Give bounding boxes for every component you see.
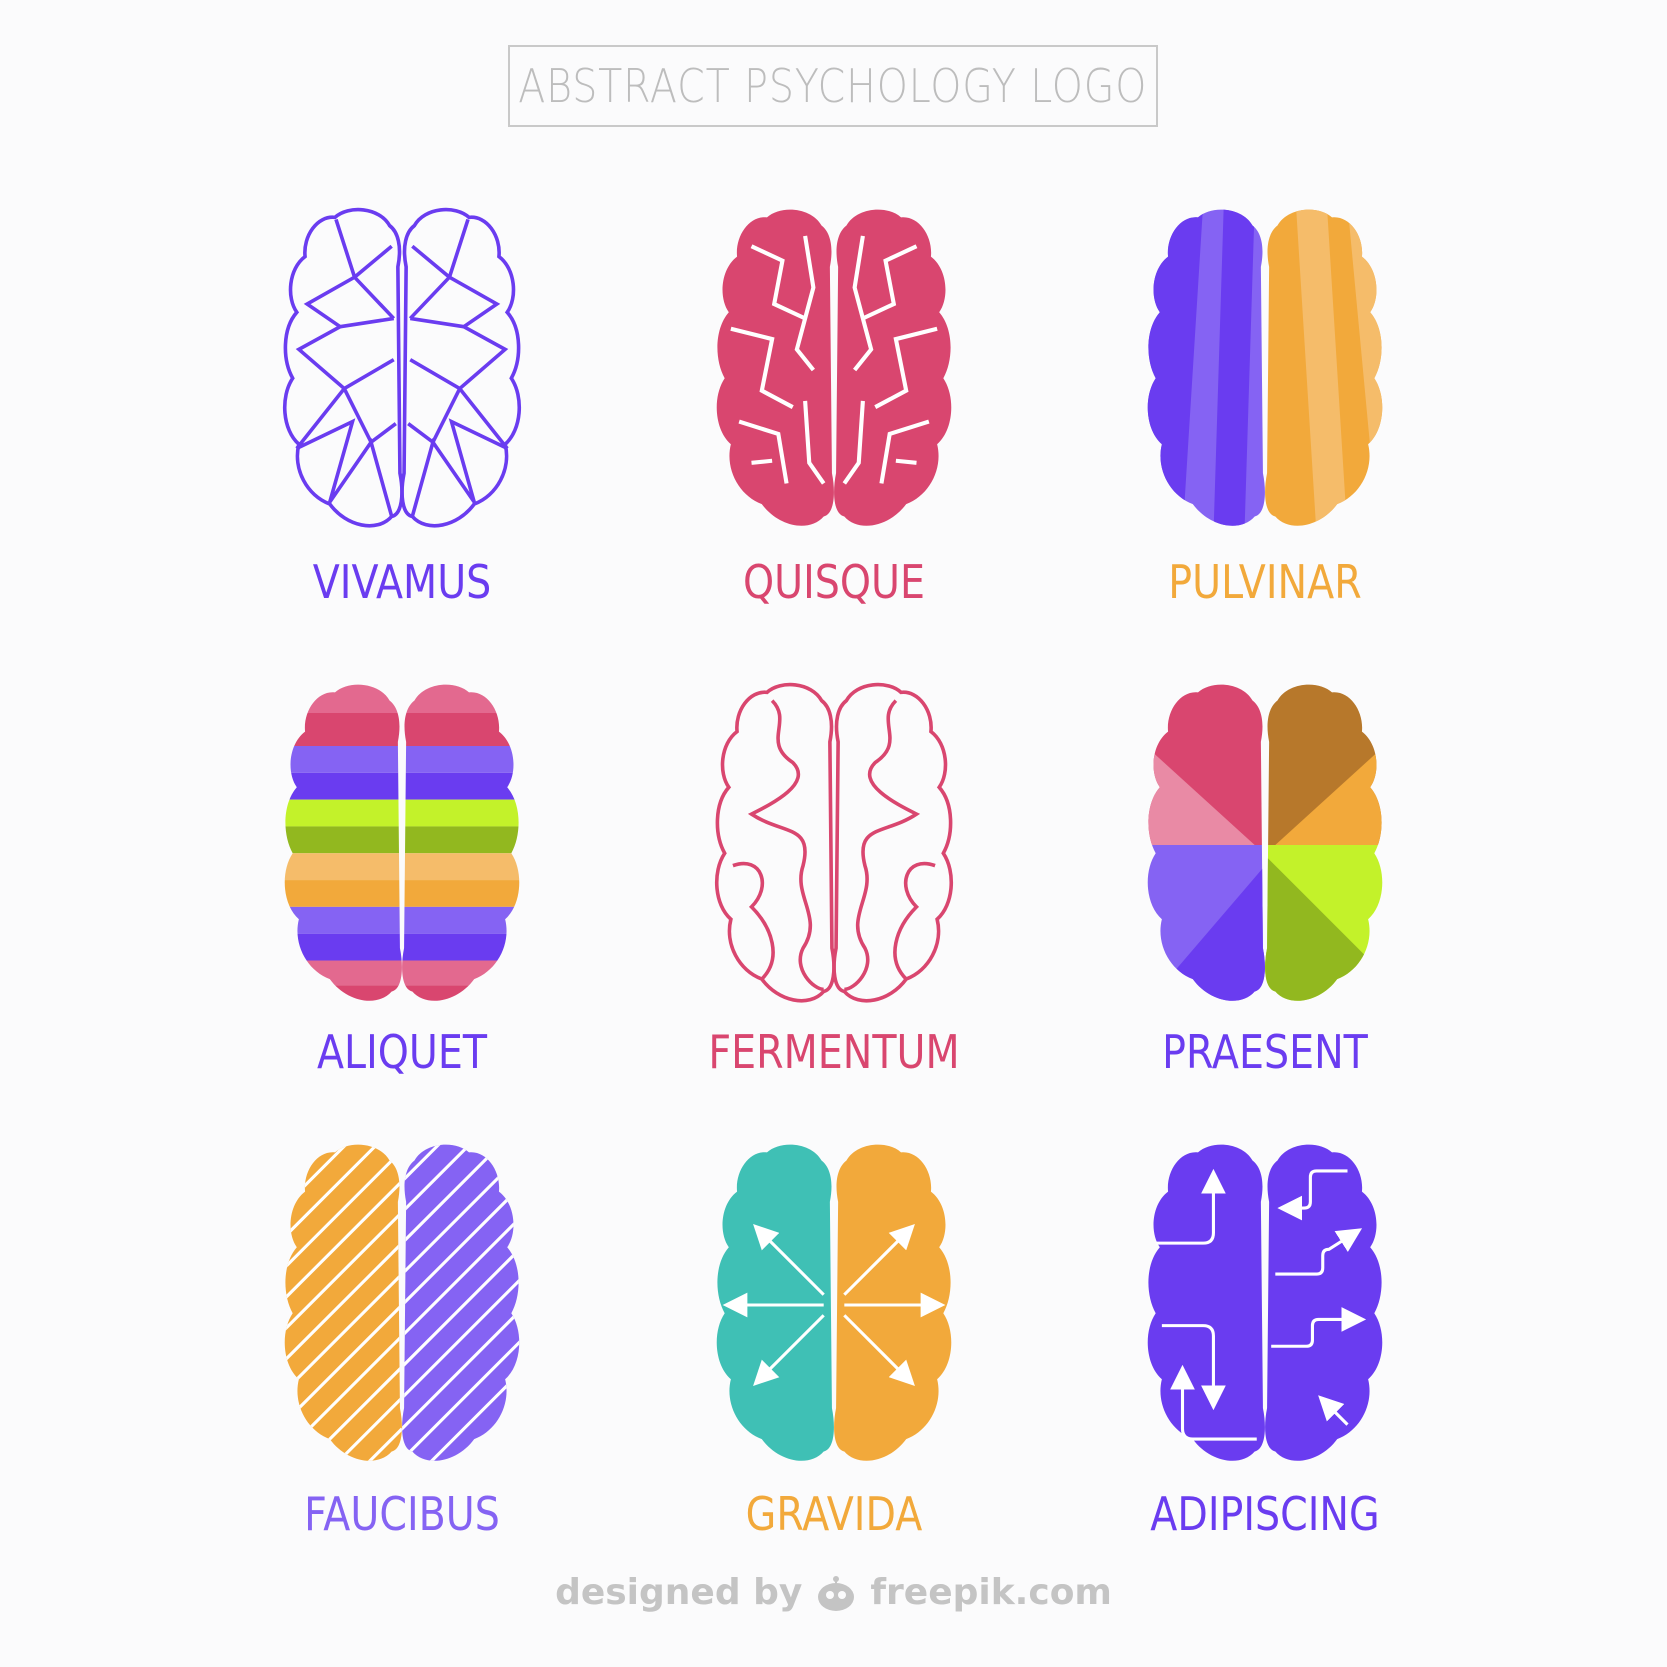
footer-designed-by: designed by: [555, 1572, 803, 1613]
logo-card-adipiscing: ADIPISCING: [1055, 1140, 1475, 1580]
brain-rainbow-stripes-icon: [284, 684, 520, 1001]
brain-curvy-outline-icon: [714, 682, 954, 1003]
logo-card-faucibus: FAUCIBUS: [192, 1140, 612, 1580]
logo-grid: VIVAMUS QUISQUE PULVINAR ALIQUET FERMENT…: [0, 0, 1667, 1667]
logo-label: GRAVIDA: [745, 1487, 923, 1541]
logo-card-gravida: GRAVIDA: [624, 1140, 1044, 1580]
logo-card-fermentum: FERMENTUM: [624, 680, 1044, 1120]
logo-label: FERMENTUM: [708, 1025, 960, 1079]
freepik-icon: [818, 1575, 855, 1611]
logo-card-aliquet: ALIQUET: [192, 680, 612, 1120]
logo-card-praesent: PRAESENT: [1055, 680, 1475, 1120]
footer-credit: designed by freepik.com: [0, 1572, 1667, 1613]
logo-label: PRAESENT: [1162, 1025, 1368, 1079]
logo-card-vivamus: VIVAMUS: [192, 205, 612, 645]
brain-diagonal-hatch-icon: [284, 1144, 520, 1461]
logo-label: ADIPISCING: [1150, 1487, 1380, 1541]
logo-label: VIVAMUS: [312, 555, 492, 609]
brain-cracked-fill-icon: [716, 209, 952, 526]
logo-card-quisque: QUISQUE: [624, 205, 1044, 645]
logo-label: ALIQUET: [316, 1025, 488, 1079]
brain-quadrant-color-icon: [1147, 684, 1383, 1001]
logo-card-pulvinar: PULVINAR: [1055, 205, 1475, 645]
logo-label: PULVINAR: [1168, 555, 1362, 609]
brain-circuit-arrows-icon: [1147, 1144, 1383, 1461]
logo-label: QUISQUE: [743, 555, 925, 609]
brain-radiating-arrows-icon: [716, 1144, 952, 1461]
logo-label: FAUCIBUS: [304, 1487, 500, 1541]
footer-brand[interactable]: freepik.com: [870, 1572, 1112, 1613]
brain-polygon-outline-icon: [282, 207, 522, 528]
brain-two-tone-halves-icon: [1147, 209, 1383, 526]
